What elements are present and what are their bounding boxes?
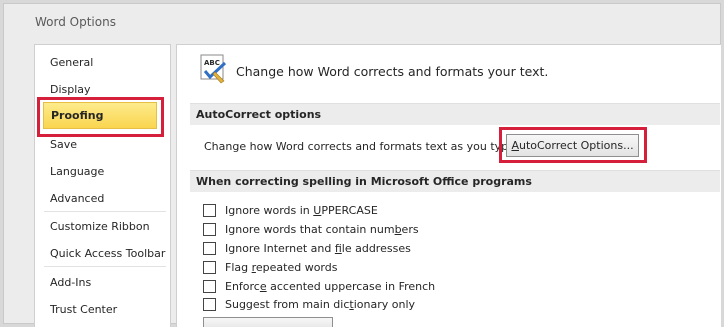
sidebar-item-general[interactable]: General: [50, 56, 93, 69]
spelling-section-header: When correcting spelling in Microsoft Of…: [190, 170, 720, 192]
sidebar-item-trust-center[interactable]: Trust Center: [50, 303, 117, 316]
custom-dictionaries-button[interactable]: [203, 317, 333, 327]
checkbox[interactable]: [203, 241, 216, 255]
checkbox[interactable]: [203, 203, 216, 217]
sidebar-item-customize-ribbon[interactable]: Customize Ribbon: [50, 220, 150, 233]
option-label: Flag repeated words: [225, 260, 338, 274]
checkbox[interactable]: [203, 279, 216, 293]
option-ignore-uppercase[interactable]: Ignore words in UPPERCASE: [203, 203, 378, 217]
sidebar-item-display[interactable]: Display: [50, 83, 91, 96]
sidebar-item-save[interactable]: Save: [50, 138, 77, 151]
sidebar-separator: [44, 211, 166, 212]
option-label: Ignore words that contain numbers: [225, 222, 419, 236]
option-label: Ignore Internet and file addresses: [225, 241, 411, 255]
svg-text:ABC: ABC: [204, 59, 220, 67]
proofing-highlight-box: [37, 97, 164, 137]
sidebar-item-quick-access-toolbar[interactable]: Quick Access Toolbar: [50, 247, 165, 260]
option-ignore-internet-addresses[interactable]: Ignore Internet and file addresses: [203, 241, 411, 255]
option-label: Suggest from main dictionary only: [225, 297, 416, 311]
autocorrect-section-header: AutoCorrect options: [190, 103, 720, 125]
page-header: Change how Word corrects and formats you…: [236, 64, 549, 79]
checkbox[interactable]: [203, 222, 216, 236]
sidebar-item-advanced[interactable]: Advanced: [50, 192, 104, 205]
checkbox[interactable]: [203, 260, 216, 274]
option-ignore-numbers[interactable]: Ignore words that contain numbers: [203, 222, 419, 236]
option-enforce-accented-uppercase[interactable]: Enforce accented uppercase in French: [203, 279, 435, 293]
autocorrect-section-title: AutoCorrect options: [196, 108, 322, 121]
autocorrect-description: Change how Word corrects and formats tex…: [204, 140, 519, 153]
autocorrect-highlight-box: [499, 127, 647, 163]
option-label: Enforce accented uppercase in French: [225, 279, 436, 293]
sidebar-item-language[interactable]: Language: [50, 165, 104, 178]
sidebar-separator: [44, 266, 166, 267]
abc-check-icon: ABC: [200, 54, 227, 84]
option-flag-repeated-words[interactable]: Flag repeated words: [203, 260, 337, 274]
option-suggest-main-dictionary[interactable]: Suggest from main dictionary only: [203, 297, 415, 311]
option-label: Ignore words in UPPERCASE: [225, 203, 378, 217]
window-title: Word Options: [35, 15, 116, 29]
sidebar-item-add-ins[interactable]: Add-Ins: [50, 276, 91, 289]
checkbox[interactable]: [203, 297, 216, 311]
spelling-section-title: When correcting spelling in Microsoft Of…: [196, 175, 532, 188]
